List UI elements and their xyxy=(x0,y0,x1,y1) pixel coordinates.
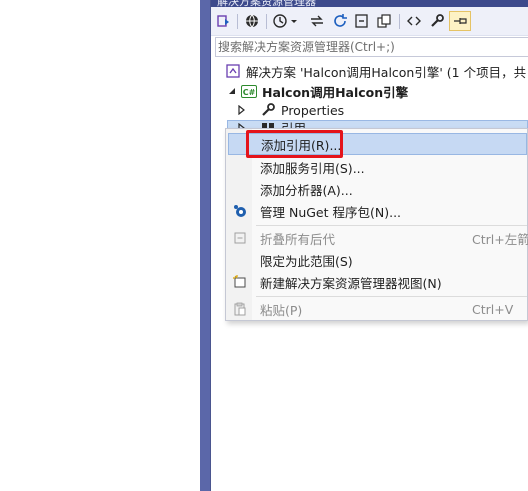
code-view-icon[interactable] xyxy=(404,11,424,31)
menu-item-paste[interactable]: 粘贴(P) Ctrl+V xyxy=(228,298,527,320)
solution-explorer-toolbar xyxy=(211,7,528,36)
menu-separator xyxy=(256,225,527,226)
properties-wrench-icon[interactable] xyxy=(427,11,447,31)
new-view-icon xyxy=(232,274,248,290)
refresh-icon[interactable] xyxy=(330,11,350,31)
csharp-project-icon: C# xyxy=(241,84,257,98)
wrench-icon xyxy=(260,102,276,118)
properties-label: Properties xyxy=(281,102,345,118)
panel-title-bar[interactable]: 解决方案资源管理器 xyxy=(211,0,528,7)
collapse-icon xyxy=(232,230,248,246)
search-input[interactable] xyxy=(216,38,528,56)
menu-item-new-explorer-view[interactable]: 新建解决方案资源管理器视图(N) xyxy=(228,271,527,293)
tree-item-solution[interactable]: 解决方案 'Halcon调用Halcon引擎' (1 个项目，共 1 个 xyxy=(225,61,528,81)
solution-icon xyxy=(225,63,241,79)
expand-project-chevron-icon[interactable] xyxy=(227,86,237,96)
dropdown-arrow-icon[interactable] xyxy=(289,11,299,31)
editor-pane xyxy=(0,0,200,491)
project-label: Halcon调用Halcon引擎 xyxy=(262,84,409,100)
history-icon[interactable] xyxy=(271,11,289,31)
nuget-icon xyxy=(232,203,248,219)
switch-views-icon[interactable] xyxy=(214,11,234,31)
window-frame-border xyxy=(200,0,211,491)
globe-icon[interactable] xyxy=(242,11,262,31)
references-context-menu: 添加引用(R)... 添加服务引用(S)... 添加分析器(A)... 管理 N… xyxy=(225,128,528,321)
solution-search-box[interactable] xyxy=(215,37,528,57)
show-all-files-icon[interactable] xyxy=(374,11,394,31)
collapse-all-icon[interactable] xyxy=(352,11,372,31)
paste-icon xyxy=(232,301,248,317)
menu-item-collapse-descendants[interactable]: 折叠所有后代 Ctrl+左箭头 xyxy=(228,227,528,249)
sync-icon[interactable] xyxy=(307,11,327,31)
pin-icon[interactable] xyxy=(449,11,471,31)
tree-item-project[interactable]: C# Halcon调用Halcon引擎 xyxy=(241,81,408,101)
menu-item-scope-to-this[interactable]: 限定为此范围(S) xyxy=(228,249,527,271)
menu-item-add-service-reference[interactable]: 添加服务引用(S)... xyxy=(228,156,527,178)
menu-item-add-analyzer[interactable]: 添加分析器(A)... xyxy=(228,178,527,200)
menu-item-add-reference[interactable]: 添加引用(R)... xyxy=(228,133,527,155)
solution-label: 解决方案 'Halcon调用Halcon引擎' (1 个项目，共 1 个 xyxy=(246,64,528,80)
menu-item-manage-nuget[interactable]: 管理 NuGet 程序包(N)... xyxy=(228,200,527,222)
menu-separator xyxy=(256,296,527,297)
expand-properties-chevron-icon[interactable] xyxy=(237,105,247,115)
